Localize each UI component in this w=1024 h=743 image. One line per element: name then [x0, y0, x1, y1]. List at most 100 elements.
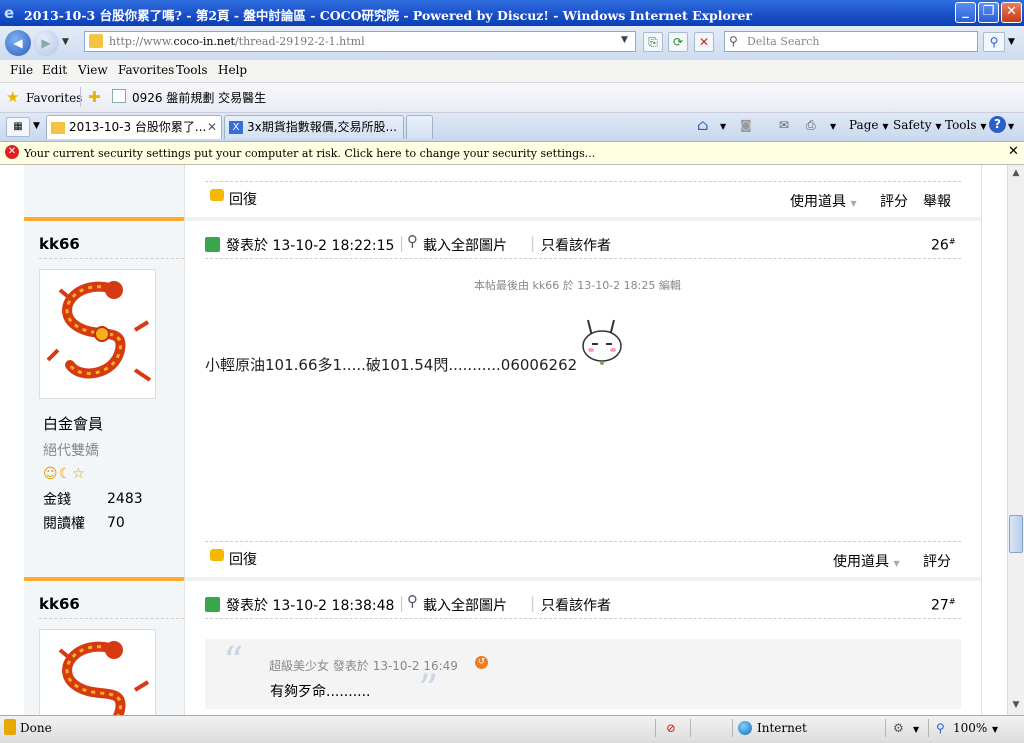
refresh-icon[interactable]: ⟳: [668, 32, 688, 52]
quote-close-icon: ”: [418, 667, 439, 713]
quick-tabs-icon[interactable]: ▦: [6, 117, 30, 137]
home-dropdown-icon[interactable]: ▼: [720, 122, 726, 131]
load-all-images-link[interactable]: 載入全部圖片: [423, 235, 507, 255]
post-meta: 發表於 13-10-2 18:22:15: [226, 238, 395, 254]
favorites-button[interactable]: Favorites: [26, 91, 82, 105]
protected-mode-icon[interactable]: ⚙: [893, 721, 904, 735]
help-dropdown-icon[interactable]: ▼: [1008, 122, 1014, 131]
tab-list-dropdown-icon[interactable]: ▼: [33, 121, 40, 131]
content-right-border: [981, 165, 982, 715]
edit-note: 本帖最後由 kk66 於 13-10-2 18:25 編輯: [474, 279, 681, 292]
search-go-icon[interactable]: ⚲: [983, 32, 1005, 52]
tab-active[interactable]: 2013-10-3 台股你累了... ✕: [46, 115, 222, 139]
maximize-button[interactable]: ❐: [978, 2, 999, 23]
status-separator: [732, 719, 733, 737]
zoom-icon[interactable]: ⚲: [936, 721, 945, 735]
post-body: 小輕原油101.66多1.....破101.54閃...........0600…: [205, 356, 578, 374]
menu-file[interactable]: File: [10, 63, 33, 77]
only-author-link[interactable]: 只看該作者: [541, 235, 611, 255]
menu-edit[interactable]: Edit: [42, 63, 67, 77]
magnifier-icon: ⚲: [407, 592, 418, 610]
only-author-link[interactable]: 只看該作者: [541, 595, 611, 615]
new-tab-button[interactable]: [406, 115, 433, 139]
page-menu[interactable]: Page ▼: [849, 118, 888, 132]
dragon-avatar-image: [58, 641, 150, 715]
safety-menu[interactable]: Safety ▼: [893, 118, 942, 132]
tab-close-icon[interactable]: ✕: [207, 116, 217, 138]
scroll-thumb[interactable]: [1009, 515, 1023, 553]
compatibility-view-icon[interactable]: ⎘: [643, 32, 663, 52]
magnifier-icon: ⚲: [407, 232, 418, 250]
load-all-images-link[interactable]: 載入全部圖片: [423, 595, 507, 615]
add-favorite-icon[interactable]: ✚: [88, 88, 101, 106]
post-author[interactable]: kk66: [39, 235, 80, 253]
menu-help[interactable]: Help: [218, 63, 247, 77]
menu-view[interactable]: View: [78, 63, 108, 77]
security-zone[interactable]: Internet: [757, 721, 807, 735]
meta-separator: |: [530, 594, 536, 612]
tab-inactive[interactable]: X 3x期貨指數報價,交易所股...: [224, 115, 404, 139]
scroll-up-icon[interactable]: ▲: [1009, 165, 1023, 181]
forward-button[interactable]: ▶: [33, 30, 59, 56]
search-options-dropdown-icon[interactable]: ▼: [1008, 37, 1015, 47]
jump-to-quote-icon[interactable]: ↺: [475, 656, 488, 669]
protected-mode-dropdown-icon[interactable]: ▼: [913, 725, 919, 734]
reply-link[interactable]: 回復: [229, 549, 257, 569]
minimize-button[interactable]: _: [955, 2, 976, 23]
use-tools-link[interactable]: 使用道具 ▼: [833, 551, 900, 571]
member-title: 絕代雙嬌: [43, 443, 99, 459]
back-button[interactable]: ◀: [5, 30, 31, 56]
close-button[interactable]: ✕: [1001, 2, 1022, 23]
address-bar[interactable]: http://www.coco-in.net/thread-29192-2-1.…: [84, 31, 636, 52]
print-dropdown-icon[interactable]: ▼: [830, 122, 836, 131]
dragon-avatar-image: [46, 281, 152, 382]
recent-pages-dropdown-icon[interactable]: ▼: [62, 37, 69, 47]
menu-tools[interactable]: Tools: [176, 63, 208, 77]
infobar-close-icon[interactable]: ✕: [1008, 144, 1019, 159]
vertical-scrollbar[interactable]: ▲ ▼: [1007, 165, 1024, 715]
post-separator-orange: [24, 577, 184, 581]
avatar[interactable]: [39, 269, 156, 399]
floor-number[interactable]: 26#: [931, 237, 956, 254]
rate-link[interactable]: 評分: [880, 191, 908, 211]
stat-value-money: 2483: [107, 491, 143, 507]
online-status-icon: [205, 237, 220, 252]
zoom-level[interactable]: 100%: [953, 721, 987, 735]
search-placeholder: Delta Search: [747, 35, 820, 48]
shield-warning-icon: ✕: [5, 145, 19, 159]
favorite-link[interactable]: 0926 盤前規劃 交易醫生: [132, 89, 266, 106]
zoom-dropdown-icon[interactable]: ▼: [992, 725, 998, 734]
report-link[interactable]: 舉報: [923, 191, 951, 211]
feeds-icon[interactable]: ◙: [740, 118, 752, 132]
divider: [39, 618, 184, 619]
rate-link[interactable]: 評分: [923, 551, 951, 571]
tab-favicon-icon: X: [229, 121, 243, 134]
page-status-icon: [4, 719, 16, 735]
tools-menu[interactable]: Tools ▼: [945, 118, 987, 132]
avatar[interactable]: [39, 629, 156, 715]
scroll-down-icon[interactable]: ▼: [1009, 697, 1023, 713]
stat-label-read-permission: 閱讀權: [43, 516, 85, 532]
help-icon[interactable]: ?: [989, 116, 1006, 133]
use-tools-link[interactable]: 使用道具 ▼: [790, 191, 857, 211]
floor-number[interactable]: 27#: [931, 597, 956, 614]
rabbit-emoticon: [580, 318, 624, 368]
menu-favorites[interactable]: Favorites: [118, 63, 174, 77]
post-separator: [185, 217, 981, 221]
column-divider: [184, 165, 185, 715]
page-icon: [89, 34, 103, 48]
security-info-bar[interactable]: ✕ Your current security settings put you…: [0, 142, 1024, 165]
search-box[interactable]: ⚲ Delta Search: [724, 31, 978, 52]
address-dropdown-icon[interactable]: ▼: [621, 35, 628, 45]
print-icon[interactable]: ⎙: [806, 118, 816, 133]
stop-icon[interactable]: ✕: [694, 32, 714, 52]
privacy-icon[interactable]: ⊘: [666, 721, 676, 735]
mail-icon[interactable]: ✉: [779, 118, 789, 132]
window-title: 2013-10-3 台股你累了嗎? - 第2頁 - 盤中討論區 - COCO研究…: [24, 8, 753, 23]
reply-link[interactable]: 回復: [229, 189, 257, 209]
member-rank: 白金會員: [43, 415, 104, 433]
divider: [205, 618, 961, 619]
home-icon[interactable]: ⌂: [697, 116, 708, 134]
quote-open-icon: “: [223, 639, 244, 685]
post-author[interactable]: kk66: [39, 595, 80, 613]
